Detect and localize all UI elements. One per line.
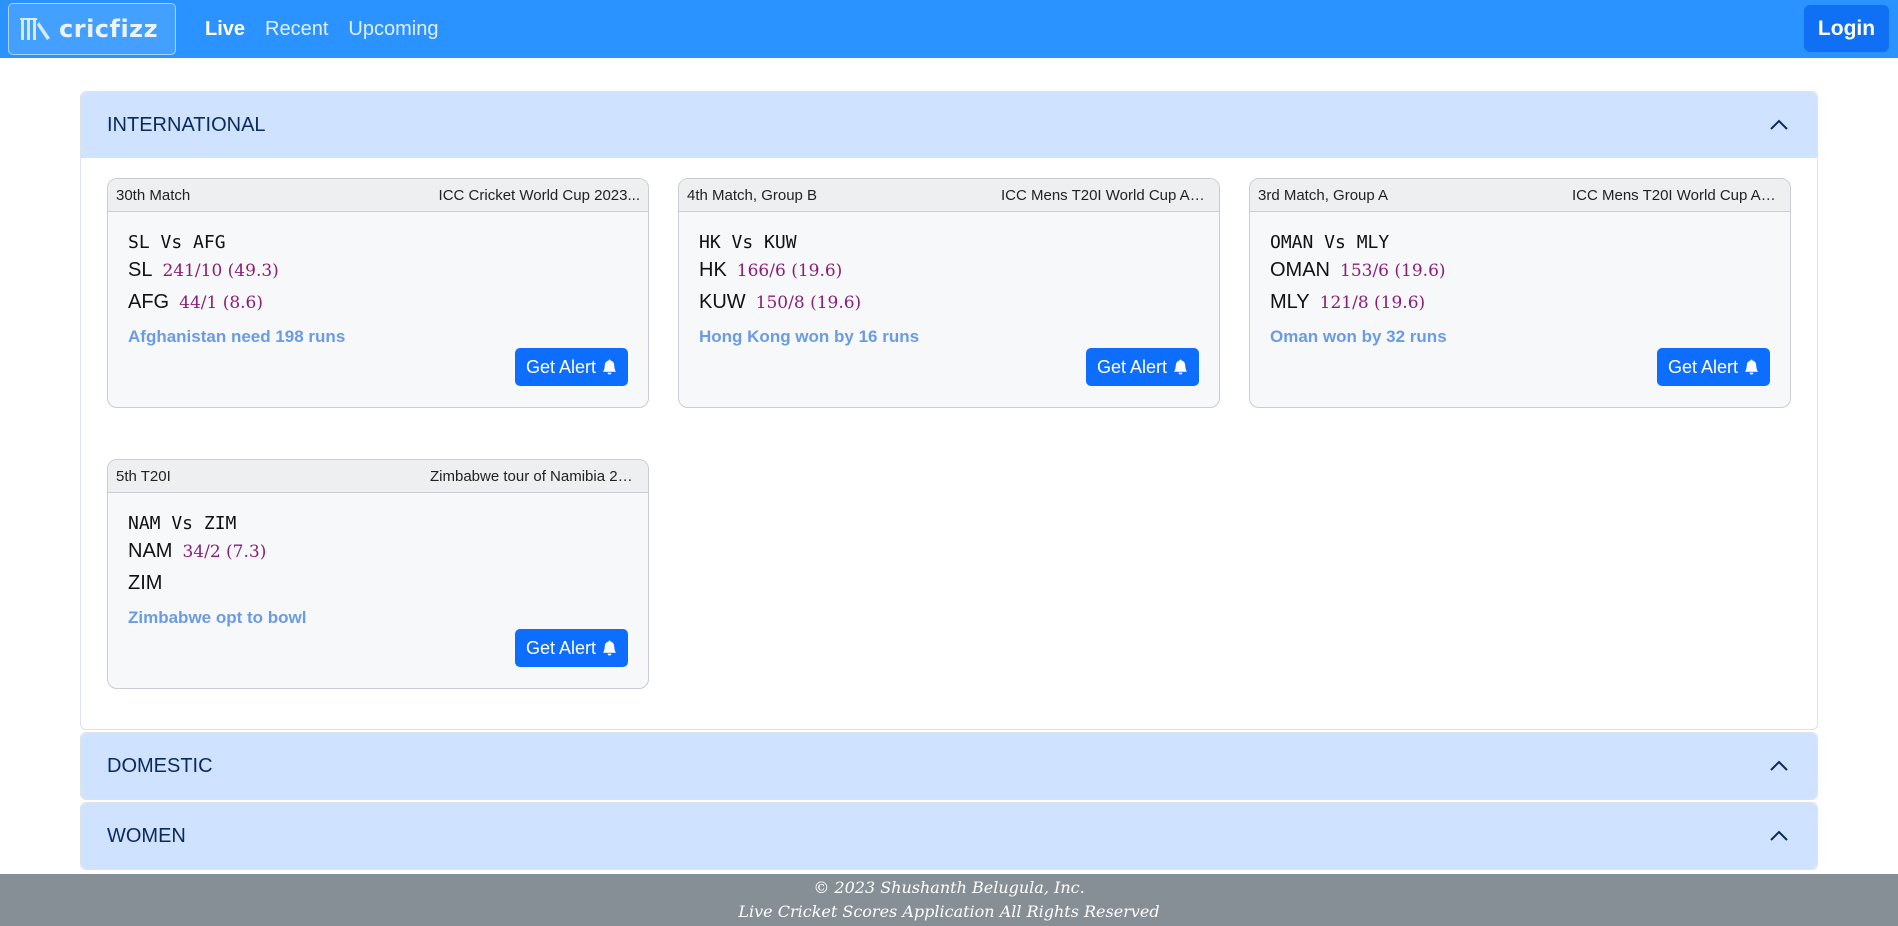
get-alert-label: Get Alert bbox=[1667, 356, 1739, 377]
get-alert-label: Get Alert bbox=[525, 356, 597, 377]
team1-name: OMAN bbox=[1270, 259, 1330, 281]
teams-title: HK Vs KUW bbox=[699, 232, 797, 253]
footer-rights: Live Cricket Scores Application All Righ… bbox=[738, 902, 1160, 921]
match-desc: 4th Match, Group B bbox=[687, 186, 818, 204]
chevron-up-icon bbox=[1770, 119, 1788, 130]
match-card: 5th T20I Zimbabwe tour of Namibia 2023..… bbox=[107, 459, 649, 689]
team2-score-line: KUW 150/8 (19.6) bbox=[699, 291, 1199, 323]
team1-score-line: NAM 34/2 (7.3) bbox=[128, 540, 628, 572]
team2-name: KUW bbox=[699, 291, 746, 313]
get-alert-button[interactable]: Get Alert bbox=[1657, 348, 1770, 386]
footer: © 2023 Shushanth Belugula, Inc. Live Cri… bbox=[0, 874, 1898, 926]
team2-name: MLY bbox=[1270, 291, 1310, 313]
match-card-body: OMAN Vs MLY OMAN 153/6 (19.6) MLY 121/8 … bbox=[1250, 212, 1790, 407]
team2-score-line: ZIM bbox=[128, 572, 628, 604]
match-card-header: 5th T20I Zimbabwe tour of Namibia 2023..… bbox=[108, 460, 648, 493]
match-status: Hong Kong won by 16 runs bbox=[699, 327, 920, 346]
match-card: 3rd Match, Group A ICC Mens T20I World C… bbox=[1249, 178, 1791, 408]
brand-name: cricfizz bbox=[59, 15, 159, 43]
cricket-stumps-icon bbox=[20, 18, 50, 40]
team2-name: ZIM bbox=[128, 572, 163, 594]
team1-score-line: HK 166/6 (19.6) bbox=[699, 259, 1199, 291]
team1-name: SL bbox=[128, 259, 153, 281]
login-button[interactable]: Login bbox=[1804, 5, 1889, 52]
nav-link-live[interactable]: Live bbox=[205, 18, 245, 41]
match-desc: 3rd Match, Group A bbox=[1258, 186, 1389, 204]
teams-title: NAM Vs ZIM bbox=[128, 513, 237, 534]
team2-score-line: MLY 121/8 (19.6) bbox=[1270, 291, 1770, 323]
series-name: Zimbabwe tour of Namibia 2023... bbox=[430, 467, 640, 485]
get-alert-button[interactable]: Get Alert bbox=[1086, 348, 1199, 386]
match-card-header: 4th Match, Group B ICC Mens T20I World C… bbox=[679, 179, 1219, 212]
series-name: ICC Mens T20I World Cup Asia F... bbox=[1572, 186, 1782, 204]
teams-title: OMAN Vs MLY bbox=[1270, 232, 1390, 253]
section-domestic: DOMESTIC bbox=[80, 732, 1818, 800]
match-accordion: INTERNATIONAL 30th Match ICC Cricket Wor… bbox=[80, 91, 1818, 872]
section-international-body: 30th Match ICC Cricket World Cup 2023...… bbox=[81, 158, 1817, 729]
bell-icon bbox=[602, 359, 617, 375]
section-title: INTERNATIONAL bbox=[107, 113, 266, 136]
series-name: ICC Cricket World Cup 2023... bbox=[438, 186, 640, 204]
nav-link-recent[interactable]: Recent bbox=[265, 18, 328, 41]
nav-links: Live Recent Upcoming bbox=[205, 0, 458, 58]
match-card-header: 3rd Match, Group A ICC Mens T20I World C… bbox=[1250, 179, 1790, 212]
match-card: 30th Match ICC Cricket World Cup 2023...… bbox=[107, 178, 649, 408]
team2-score: 44/1 (8.6) bbox=[179, 293, 264, 313]
bell-icon bbox=[1173, 359, 1188, 375]
team1-score: 241/10 (49.3) bbox=[162, 261, 279, 281]
team2-score: 150/8 (19.6) bbox=[755, 293, 862, 313]
team1-score: 34/2 (7.3) bbox=[182, 542, 267, 562]
section-title: DOMESTIC bbox=[107, 754, 213, 777]
nav-link-upcoming[interactable]: Upcoming bbox=[348, 18, 438, 41]
bell-icon bbox=[1744, 359, 1759, 375]
section-women: WOMEN bbox=[80, 802, 1818, 870]
chevron-up-icon bbox=[1770, 830, 1788, 841]
match-desc: 5th T20I bbox=[116, 467, 171, 485]
team1-score-line: OMAN 153/6 (19.6) bbox=[1270, 259, 1770, 291]
match-card-body: NAM Vs ZIM NAM 34/2 (7.3) ZIM Zimbabwe o… bbox=[108, 493, 648, 688]
match-card-body: HK Vs KUW HK 166/6 (19.6) KUW 150/8 (19.… bbox=[679, 212, 1219, 407]
team1-score: 153/6 (19.6) bbox=[1340, 261, 1446, 281]
match-desc: 30th Match bbox=[116, 186, 191, 204]
match-card-body: SL Vs AFG SL 241/10 (49.3) AFG 44/1 (8.6… bbox=[108, 212, 648, 407]
match-card: 4th Match, Group B ICC Mens T20I World C… bbox=[678, 178, 1220, 408]
section-international-header[interactable]: INTERNATIONAL bbox=[81, 92, 1817, 158]
get-alert-label: Get Alert bbox=[525, 637, 597, 658]
navbar: cricfizz Live Recent Upcoming Login bbox=[0, 0, 1898, 58]
team1-score: 166/6 (19.6) bbox=[736, 261, 843, 281]
team1-score-line: SL 241/10 (49.3) bbox=[128, 259, 628, 291]
team2-score: 121/8 (19.6) bbox=[1319, 293, 1426, 313]
section-title: WOMEN bbox=[107, 824, 186, 847]
teams-title: SL Vs AFG bbox=[128, 232, 226, 253]
brand-logo[interactable]: cricfizz bbox=[8, 3, 176, 55]
get-alert-label: Get Alert bbox=[1096, 356, 1168, 377]
match-status: Zimbabwe opt to bowl bbox=[128, 608, 307, 627]
team2-name: AFG bbox=[128, 291, 170, 313]
get-alert-button[interactable]: Get Alert bbox=[515, 348, 628, 386]
match-status: Oman won by 32 runs bbox=[1270, 327, 1447, 346]
section-women-header[interactable]: WOMEN bbox=[81, 803, 1817, 869]
match-status: Afghanistan need 198 runs bbox=[128, 327, 346, 346]
team2-score-line: AFG 44/1 (8.6) bbox=[128, 291, 628, 323]
section-international: INTERNATIONAL 30th Match ICC Cricket Wor… bbox=[80, 91, 1818, 730]
footer-copyright: © 2023 Shushanth Belugula, Inc. bbox=[813, 878, 1085, 897]
match-cards: 30th Match ICC Cricket World Cup 2023...… bbox=[107, 178, 1791, 711]
chevron-up-icon bbox=[1770, 760, 1788, 771]
team1-name: NAM bbox=[128, 540, 173, 562]
series-name: ICC Mens T20I World Cup Asia F... bbox=[1001, 186, 1211, 204]
bell-icon bbox=[602, 640, 617, 656]
team1-name: HK bbox=[699, 259, 727, 281]
get-alert-button[interactable]: Get Alert bbox=[515, 629, 628, 667]
match-card-header: 30th Match ICC Cricket World Cup 2023... bbox=[108, 179, 648, 212]
section-domestic-header[interactable]: DOMESTIC bbox=[81, 733, 1817, 799]
